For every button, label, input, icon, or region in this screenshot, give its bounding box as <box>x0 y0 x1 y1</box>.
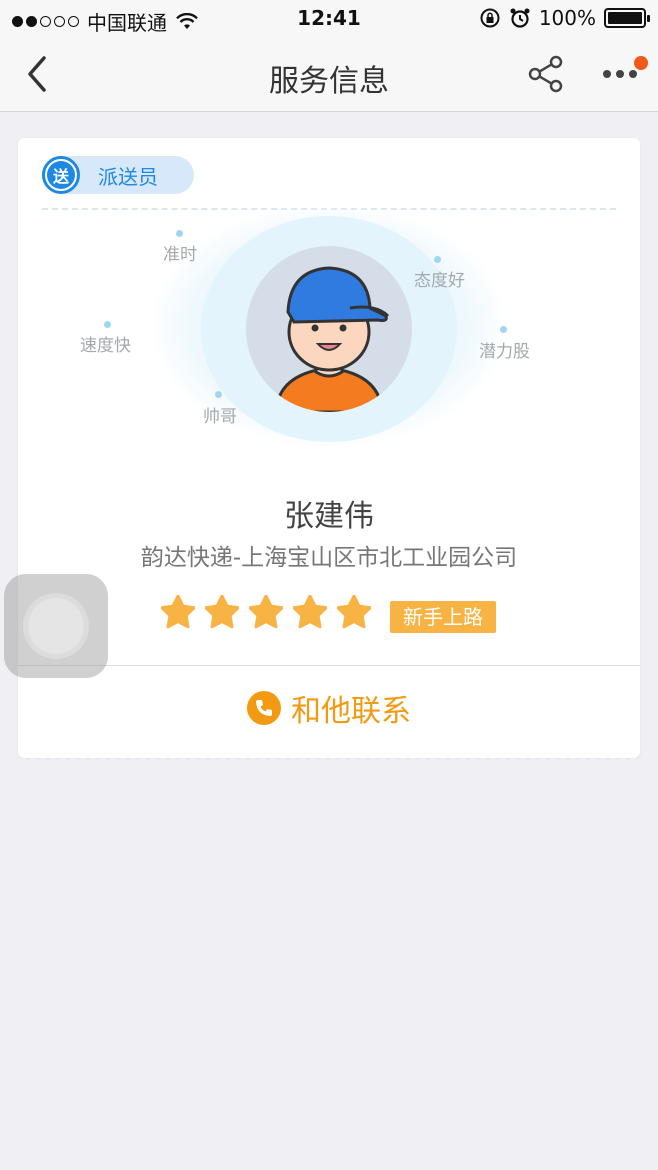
card-divider <box>18 665 640 666</box>
star-icon <box>337 595 371 629</box>
card-edge <box>18 752 640 762</box>
tag-on-time: 准时 <box>163 245 197 265</box>
battery-icon <box>604 8 650 28</box>
notification-dot <box>634 56 648 70</box>
share-icon[interactable] <box>526 54 566 94</box>
delivery-icon: 送 <box>42 156 80 194</box>
contact-button[interactable]: 和他联系 <box>18 686 640 730</box>
star-icon <box>161 595 195 629</box>
tag-dot <box>176 230 183 237</box>
battery-percent: 100% <box>538 6 596 30</box>
tag-handsome: 帅哥 <box>203 407 237 427</box>
phone-icon <box>247 691 281 725</box>
star-icon <box>293 595 327 629</box>
assistive-touch-button[interactable] <box>4 574 108 678</box>
courier-card: 送 派送员 准时 态度好 速度快 潜力股 帅哥 张建伟 韵达快递-上海宝山区市北… <box>18 138 640 758</box>
star-icon <box>205 595 239 629</box>
rotation-lock-icon <box>480 8 500 28</box>
role-tag: 送 派送员 <box>42 156 194 194</box>
star-icon <box>249 595 283 629</box>
rating-stars <box>161 595 371 629</box>
tag-potential: 潜力股 <box>479 342 530 362</box>
avatar <box>246 246 412 412</box>
status-right: 100% <box>479 6 650 30</box>
role-label: 派送员 <box>98 164 158 189</box>
tag-dot <box>104 321 111 328</box>
courier-avatar-icon <box>274 266 390 412</box>
role-icon-text: 送 <box>47 161 75 189</box>
tag-dot <box>434 256 441 263</box>
alarm-icon <box>510 8 530 28</box>
assistive-touch-icon <box>28 598 84 654</box>
status-bar: 中国联通 12:41 100% <box>0 0 658 36</box>
level-badge: 新手上路 <box>390 601 496 633</box>
nav-bar: 服务信息 <box>0 36 658 112</box>
tag-fast: 速度快 <box>80 336 131 356</box>
tag-good-attitude: 态度好 <box>414 271 465 291</box>
tag-dot <box>215 391 222 398</box>
courier-company: 韵达快递-上海宝山区市北工业园公司 <box>140 545 518 571</box>
tag-dot <box>500 326 507 333</box>
courier-name: 张建伟 <box>284 499 374 534</box>
contact-label: 和他联系 <box>291 694 411 729</box>
